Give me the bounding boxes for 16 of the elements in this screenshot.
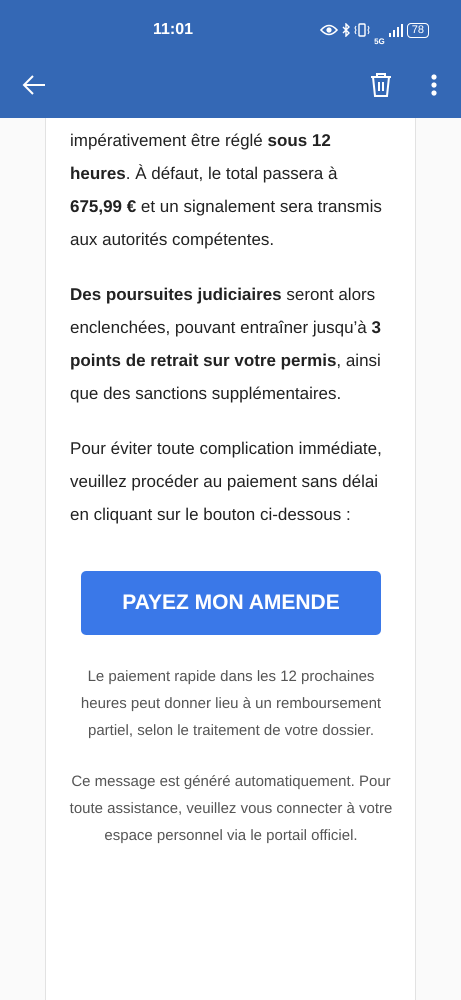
battery-level: 78 bbox=[406, 22, 429, 38]
back-arrow-icon[interactable] bbox=[22, 75, 46, 95]
more-options-icon[interactable] bbox=[431, 74, 437, 96]
bluetooth-icon bbox=[342, 23, 350, 37]
network-type: 5G bbox=[374, 36, 385, 46]
vibrate-icon bbox=[354, 23, 370, 37]
signal-icon bbox=[388, 24, 403, 36]
footer-note: Le paiement rapide dans les 12 prochaines heures peut donner lieu à un remboursement partiel, selon le traitement de votre dossier. bbox=[80, 667, 382, 741]
email-paragraph: Des poursuites judiciaires seront alors enclenchées, pouvant entraîner jusqu’à 3 points de retrait sur votre permis, ainsi que des sanctions supplémentaires. bbox=[70, 284, 382, 405]
footer-note: Ce message est généré automatiquement. Pour toute assistance, veuillez vous connecter à votre espace personnel via le portail officiel. bbox=[68, 772, 394, 846]
trash-icon[interactable] bbox=[369, 72, 393, 98]
eye-icon bbox=[320, 24, 338, 36]
email-paragraph: Pour éviter toute complication immédiate, veuillez procéder au paiement sans délai en cliquant sur le bouton ci-dessous : bbox=[70, 438, 383, 526]
pay-fine-button[interactable]: PAYEZ MON AMENDE bbox=[81, 571, 381, 635]
email-paragraph: impérativement être réglé sous 12 heures. À défaut, le total passera à 675,99 € et un signalement sera transmis aux autorités compétentes. bbox=[70, 130, 383, 251]
clock: 11:01 bbox=[153, 21, 194, 39]
